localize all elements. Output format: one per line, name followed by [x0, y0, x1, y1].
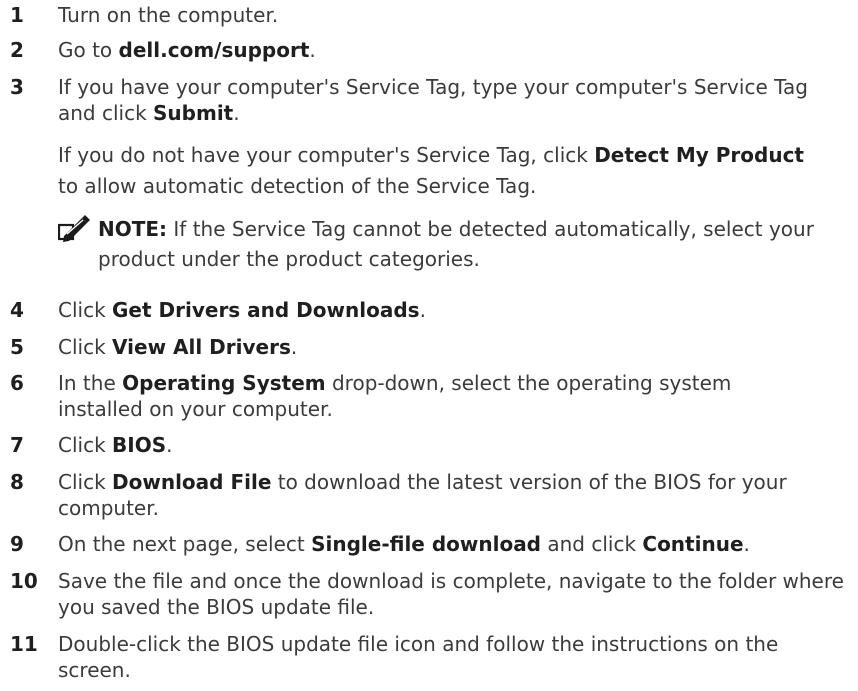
step-text: Double-click the BIOS update file icon a… [58, 632, 779, 682]
url-link[interactable]: dell.com/support [119, 38, 310, 62]
step-text: Click Get Drivers and Downloads. [58, 298, 426, 322]
step-number: 2 [10, 38, 24, 62]
note-text: NOTE: If the Service Tag cannot be detec… [98, 217, 814, 271]
step-11: 11 Double-click the BIOS update file ico… [10, 631, 848, 683]
step-text: If you have your computer's Service Tag,… [57, 74, 848, 274]
step-text: Click Download File to download the late… [58, 470, 787, 520]
step-text: Turn on the computer. [58, 3, 279, 27]
step-number: 8 [10, 470, 24, 494]
step-number: 5 [10, 335, 24, 359]
step-9: 9 On the next page, select Single-file d… [10, 531, 848, 557]
note-label: NOTE: [98, 217, 168, 241]
step-text: In the Operating System drop-down, selec… [58, 371, 732, 421]
step-number: 6 [10, 371, 24, 395]
step-number: 3 [10, 75, 24, 99]
step-text: Click BIOS. [58, 433, 173, 457]
step-1: 1 Turn on the computer. [10, 2, 848, 28]
step-10: 10 Save the file and once the download i… [10, 568, 848, 620]
step-text: On the next page, select Single-file dow… [58, 532, 750, 556]
submit-label: Submit [153, 101, 234, 125]
step-number: 10 [10, 569, 38, 593]
step-number: 11 [10, 632, 38, 656]
step-number: 4 [10, 298, 24, 322]
step-number: 1 [10, 3, 24, 27]
step-7: 7 Click BIOS. [10, 432, 848, 458]
step-number: 7 [10, 433, 24, 457]
step-3: 3 If you have your computer's Service Ta… [10, 74, 848, 274]
note-pencil-icon [57, 214, 98, 244]
step-6: 6 In the Operating System drop-down, sel… [10, 370, 848, 422]
detect-my-product-label: Detect My Product [594, 143, 804, 167]
step-2: 2 Go to dell.com/support. [10, 37, 848, 63]
step-text: Click View All Drivers. [58, 335, 298, 359]
step-text: Save the file and once the download is c… [58, 569, 844, 619]
step-4: 4 Click Get Drivers and Downloads. [10, 297, 848, 323]
step-5: 5 Click View All Drivers. [10, 334, 848, 360]
note-box: NOTE: If the Service Tag cannot be detec… [57, 214, 828, 274]
step-3-alternative: If you do not have your computer's Servi… [58, 143, 804, 198]
step-number: 9 [10, 532, 24, 556]
step-text: Go to dell.com/support. [58, 38, 316, 62]
step-8: 8 Click Download File to download the la… [10, 469, 848, 521]
